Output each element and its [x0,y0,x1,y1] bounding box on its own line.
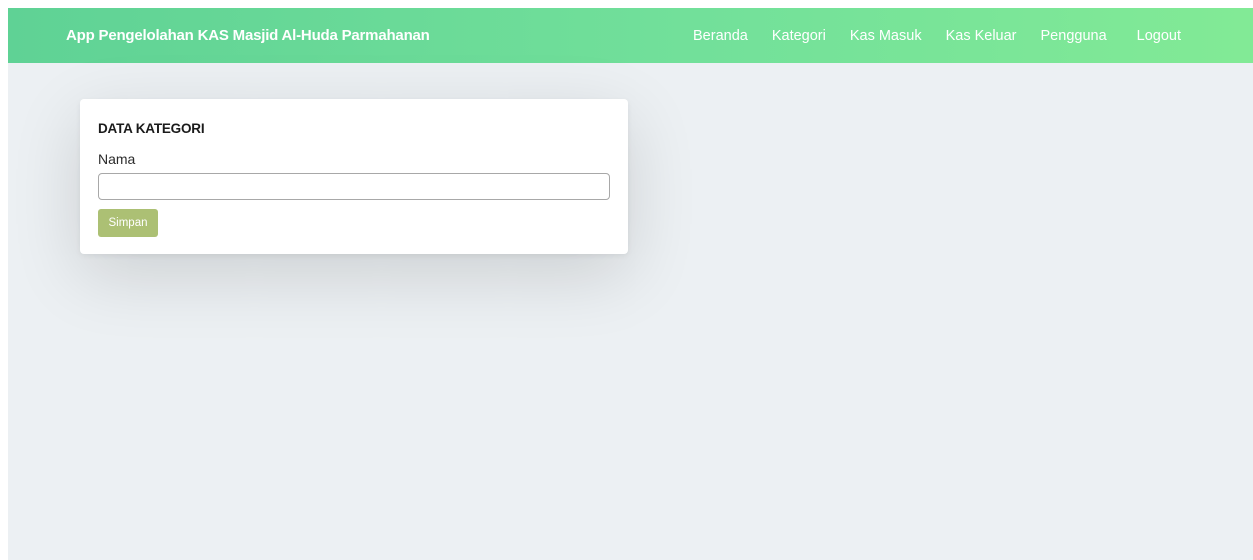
name-field-label: Nama [98,151,136,167]
nav-item-pengguna[interactable]: Pengguna [1041,28,1107,44]
save-button[interactable]: Simpan [98,209,158,237]
card-title: DATA KATEGORI [98,121,205,136]
app-brand[interactable]: App Pengelolahan KAS Masjid Al-Huda Parm… [66,8,430,63]
nav-item-kategori[interactable]: Kategori [772,28,826,44]
name-input[interactable] [98,173,610,200]
logout-link[interactable]: Logout [1137,28,1181,44]
nav-item-kas-keluar[interactable]: Kas Keluar [946,28,1017,44]
top-navbar: App Pengelolahan KAS Masjid Al-Huda Parm… [8,8,1253,63]
category-form-card: DATA KATEGORI Nama Simpan [80,99,628,254]
page-viewport: App Pengelolahan KAS Masjid Al-Huda Parm… [8,8,1253,560]
nav-item-beranda[interactable]: Beranda [693,28,748,44]
main-nav: Beranda Kategori Kas Masuk Kas Keluar Pe… [693,8,1181,63]
nav-item-kas-masuk[interactable]: Kas Masuk [850,28,922,44]
